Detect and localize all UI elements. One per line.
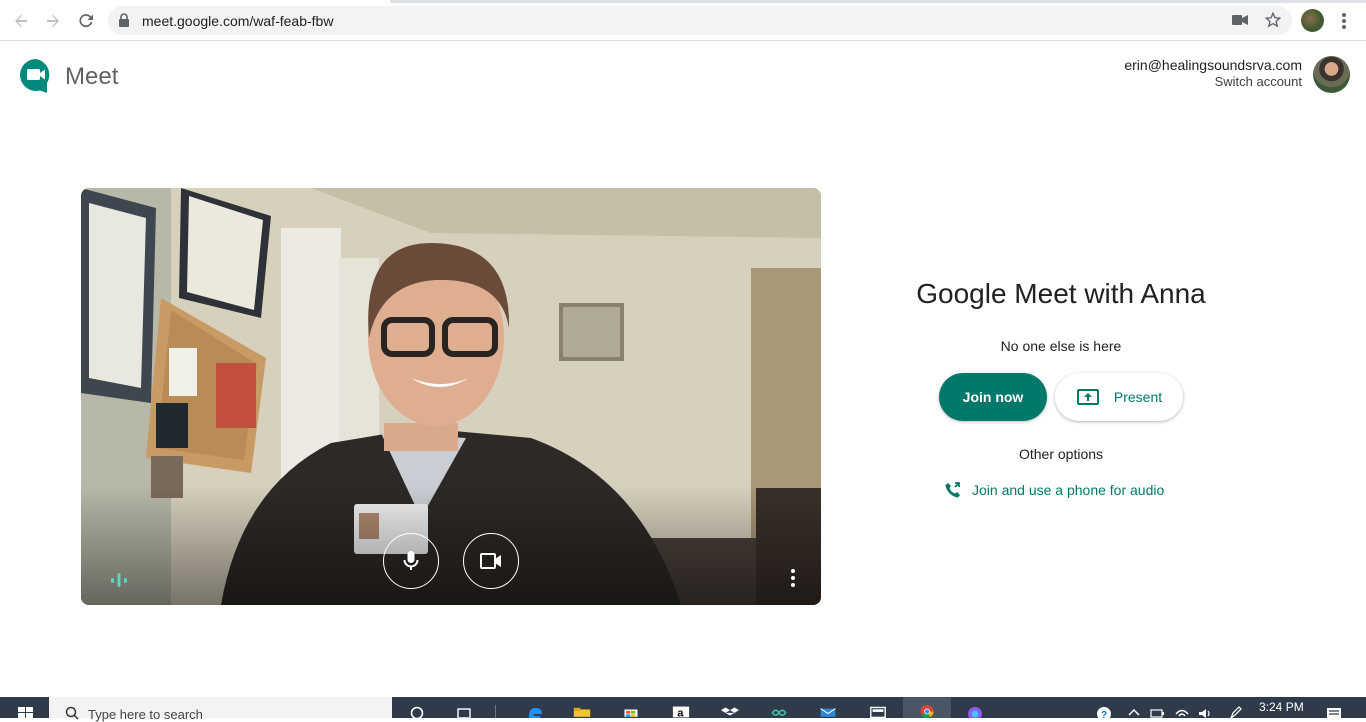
present-button[interactable]: Present — [1055, 373, 1183, 421]
svg-text:?: ? — [1101, 710, 1107, 718]
camera-toggle-button[interactable] — [463, 533, 519, 589]
help-icon[interactable]: ? — [1095, 705, 1113, 718]
microphone-toggle-button[interactable] — [383, 533, 439, 589]
meet-app-name: Meet — [65, 63, 119, 90]
wifi-icon[interactable] — [1173, 705, 1191, 718]
preview-bottom-gradient — [81, 485, 821, 605]
taskbar-divider — [495, 705, 496, 718]
meeting-title: Google Meet with Anna — [916, 278, 1206, 309]
meet-logo-icon — [20, 59, 50, 93]
join-now-button[interactable]: Join now — [939, 373, 1047, 421]
account-info: erin@healingsoundsrva.com Switch account — [1124, 57, 1302, 90]
account-email: erin@healingsoundsrva.com — [1124, 57, 1302, 73]
chrome-menu-button[interactable] — [1336, 11, 1352, 31]
windows-taskbar: Type here to search a ? 3:24 PM — [0, 697, 1366, 722]
audio-level-icon — [111, 573, 127, 587]
more-options-button[interactable] — [790, 569, 796, 587]
amazon-icon[interactable]: a — [672, 705, 690, 718]
url-text[interactable]: meet.google.com/waf-feab-fbw — [142, 13, 333, 29]
join-phone-audio-link[interactable]: Join and use a phone for audio — [944, 481, 1164, 499]
reload-icon — [79, 14, 93, 28]
reload-button[interactable] — [75, 10, 97, 32]
taskbar-search-box[interactable]: Type here to search — [49, 697, 392, 722]
self-video-preview — [81, 188, 821, 605]
task-view-icon[interactable] — [455, 705, 473, 718]
back-button[interactable] — [10, 10, 32, 32]
infinity-app-icon[interactable] — [770, 705, 788, 718]
meeting-status: No one else is here — [1000, 338, 1122, 354]
notifications-icon[interactable] — [1325, 705, 1343, 718]
switch-account-link[interactable]: Switch account — [1124, 74, 1302, 90]
bookmark-star-icon[interactable] — [1264, 11, 1282, 29]
arrow-back-icon — [15, 15, 27, 27]
taskbar-clock[interactable]: 3:24 PM — [1259, 700, 1304, 714]
battery-icon[interactable] — [1148, 705, 1166, 718]
present-to-all-icon — [1076, 389, 1099, 405]
lock-icon — [119, 13, 129, 27]
svg-text:a: a — [677, 707, 684, 718]
windows-start-icon[interactable] — [18, 707, 34, 719]
volume-icon[interactable] — [1196, 705, 1214, 718]
phone-audio-label: Join and use a phone for audio — [972, 482, 1165, 498]
mail-icon[interactable] — [819, 705, 837, 718]
address-bar[interactable]: meet.google.com/waf-feab-fbw — [108, 6, 1292, 35]
microsoft-store-icon[interactable] — [622, 705, 640, 718]
browser-toolbar: meet.google.com/waf-feab-fbw — [0, 0, 1366, 41]
dropbox-icon[interactable] — [721, 705, 739, 718]
tab-strip-edge — [390, 0, 1366, 3]
camera-in-use-icon[interactable] — [1232, 14, 1248, 26]
phone-forwarded-icon — [945, 482, 960, 498]
chevron-up-icon[interactable] — [1125, 705, 1143, 718]
forward-button[interactable] — [42, 10, 64, 32]
pen-icon[interactable] — [1227, 705, 1245, 718]
account-avatar[interactable] — [1313, 56, 1350, 93]
taskbar-search-placeholder: Type here to search — [88, 707, 203, 722]
edge-icon[interactable] — [526, 705, 544, 718]
chrome-taskbar-active[interactable] — [903, 697, 951, 718]
arrow-forward-icon — [47, 15, 59, 27]
chrome-profile-avatar[interactable] — [1301, 9, 1324, 32]
chrome-icon — [920, 705, 934, 718]
calculator-icon[interactable] — [869, 705, 887, 718]
cortana-icon[interactable] — [408, 705, 426, 718]
microphone-icon — [403, 551, 419, 570]
other-options-label: Other options — [1018, 446, 1104, 462]
photo-app-icon[interactable] — [966, 705, 984, 718]
videocam-icon — [480, 553, 501, 569]
file-explorer-icon[interactable] — [573, 705, 591, 718]
present-button-label: Present — [1113, 389, 1163, 405]
